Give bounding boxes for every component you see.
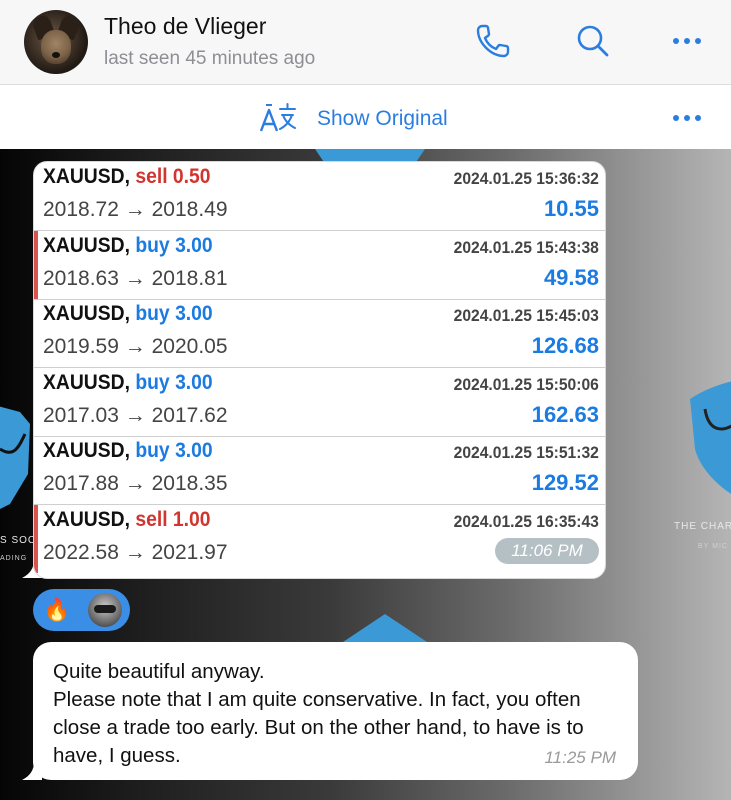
trade-row: XAUUSD, buy 3.00 2019.59 → 2020.05 2024.01…	[34, 299, 605, 368]
more-icon	[673, 115, 701, 121]
watermark-shield-icon	[690, 381, 731, 494]
close-price: 2020.05	[151, 335, 228, 358]
trade-marker	[34, 504, 38, 573]
trade-row: XAUUSD, buy 3.00 2017.03 → 2017.62 2024.01…	[34, 368, 605, 437]
trade-symbol: XAUUSD, sell 1.00	[43, 508, 211, 532]
trade-volume: 3.00	[175, 370, 213, 394]
open-price: 2017.03	[43, 403, 119, 427]
open-price: 2018.72	[43, 198, 119, 221]
arrow-right-icon: →	[124, 540, 146, 564]
trade-marker	[34, 299, 38, 367]
open-price: 2018.63	[43, 266, 119, 290]
trade-profit: 162.63	[531, 401, 599, 427]
trade-profit: 10.55	[543, 196, 599, 221]
trade-volume: 3.00	[175, 233, 213, 257]
search-icon	[577, 25, 609, 57]
trade-symbol-name: XAUUSD,	[43, 507, 130, 531]
trade-profit: 129.52	[531, 470, 599, 495]
trade-marker	[34, 368, 38, 436]
translate-bar: Show Original	[0, 85, 731, 149]
trade-symbol-name: XAUUSD,	[43, 233, 130, 257]
reactions-badge[interactable]: 🔥	[33, 589, 130, 631]
trade-profit: 126.68	[531, 333, 599, 358]
arrow-right-icon: →	[124, 335, 146, 358]
last-seen-status: last seen 45 minutes ago	[104, 48, 316, 69]
trade-symbol-name: XAUUSD,	[43, 439, 130, 462]
trade-symbol: XAUUSD, sell 0.50	[43, 165, 211, 189]
more-icon	[673, 38, 701, 44]
search-button[interactable]	[572, 20, 614, 62]
trade-timestamp: 2024.01.25 15:50:06	[453, 374, 599, 394]
trade-direction: buy	[135, 302, 170, 325]
image-message-time: 11:06 PM	[495, 538, 599, 564]
trade-row: XAUUSD, sell 0.50 2018.72 → 2018.49 2024.0…	[34, 162, 605, 231]
trade-prices: 2022.58 → 2021.97	[43, 541, 228, 565]
chat-header: Theo de Vlieger last seen 45 minutes ago	[0, 0, 731, 85]
trade-direction: sell	[135, 507, 168, 531]
trade-timestamp: 2024.01.25 15:51:32	[453, 443, 599, 462]
arrow-right-icon: →	[124, 472, 146, 495]
trade-prices: 2019.59 → 2020.05	[43, 335, 228, 359]
trade-direction: buy	[135, 370, 170, 394]
watermark-text-right: THE CHAR	[674, 521, 731, 532]
open-price: 2022.58	[43, 540, 119, 564]
call-button[interactable]	[472, 20, 514, 62]
trade-prices: 2017.03 → 2017.62	[43, 404, 228, 428]
trade-symbol-name: XAUUSD,	[43, 370, 130, 394]
watermark-sub-right: BY MIC	[698, 543, 728, 550]
trade-prices: 2018.72 → 2018.49	[43, 198, 228, 222]
close-price: 2018.49	[151, 198, 228, 221]
open-price: 2017.88	[43, 472, 119, 495]
contact-avatar[interactable]	[24, 10, 88, 74]
trade-history-image[interactable]: XAUUSD, sell 0.50 2018.72 → 2018.49 2024.0…	[33, 161, 606, 579]
arrow-right-icon: →	[124, 198, 146, 221]
message-time: 11:25 PM	[544, 748, 616, 767]
fire-reaction: 🔥	[43, 597, 71, 622]
text-message-bubble[interactable]: Quite beautiful anyway. Please note that…	[33, 642, 638, 780]
trade-direction: sell	[135, 165, 168, 188]
show-original-button[interactable]: Show Original	[317, 107, 448, 131]
trade-prices: 2018.63 → 2018.81	[43, 267, 228, 291]
trade-marker	[34, 436, 38, 504]
watermark-shield-icon	[340, 614, 430, 644]
reactor-avatar	[88, 593, 122, 627]
open-price: 2019.59	[43, 335, 119, 358]
trade-timestamp: 2024.01.25 15:45:03	[453, 306, 599, 325]
close-price: 2018.81	[151, 266, 228, 290]
trade-profit: 49.58	[543, 264, 599, 290]
contact-name[interactable]: Theo de Vlieger	[104, 13, 266, 40]
close-price: 2018.35	[151, 472, 228, 495]
chat-screen: Theo de Vlieger last seen 45 minutes ago	[0, 0, 731, 800]
trade-prices: 2017.88 → 2018.35	[43, 472, 228, 496]
arrow-right-icon: →	[124, 266, 146, 290]
trade-marker	[34, 162, 38, 230]
trade-volume: 3.00	[175, 302, 213, 325]
phone-icon	[476, 24, 510, 58]
trade-timestamp: 2024.01.25 16:35:43	[453, 511, 599, 531]
trade-symbol: XAUUSD, buy 3.00	[43, 234, 213, 258]
trade-row: XAUUSD, buy 3.00 2017.88 → 2018.35 2024.01…	[34, 436, 605, 505]
trade-direction: buy	[135, 439, 170, 462]
trade-symbol: XAUUSD, buy 3.00	[43, 371, 213, 395]
trade-direction: buy	[135, 233, 170, 257]
translate-icon[interactable]	[258, 101, 298, 135]
trade-symbol: XAUUSD, buy 3.00	[43, 302, 213, 326]
watermark-text-left: S SOC	[0, 535, 37, 546]
trade-symbol: XAUUSD, buy 3.00	[43, 439, 213, 463]
trade-volume: 1.00	[172, 507, 211, 531]
trade-row: XAUUSD, buy 3.00 2018.63 → 2018.81 2024.01…	[34, 230, 605, 300]
trade-timestamp: 2024.01.25 15:36:32	[453, 169, 599, 188]
translate-more-button[interactable]	[666, 97, 708, 139]
trade-timestamp: 2024.01.25 15:43:38	[453, 237, 599, 257]
trade-volume: 3.00	[175, 439, 213, 462]
close-price: 2017.62	[151, 403, 228, 427]
trade-marker	[34, 230, 38, 299]
header-more-button[interactable]	[666, 20, 708, 62]
arrow-right-icon: →	[124, 403, 146, 427]
trade-symbol-name: XAUUSD,	[43, 165, 130, 188]
trade-symbol-name: XAUUSD,	[43, 302, 130, 325]
trade-volume: 0.50	[172, 165, 211, 188]
close-price: 2021.97	[151, 540, 228, 564]
